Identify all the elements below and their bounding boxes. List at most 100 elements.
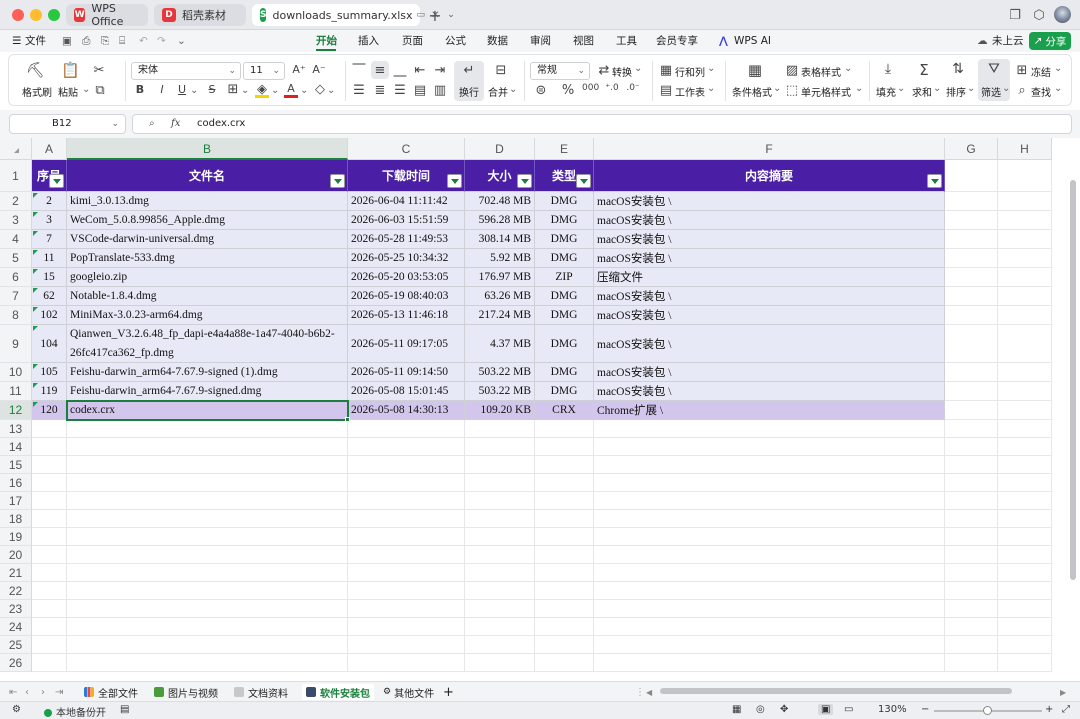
- empty-cell[interactable]: [945, 211, 998, 230]
- cell-summary[interactable]: Chrome扩展 \: [594, 401, 945, 420]
- empty-cell[interactable]: [945, 492, 998, 510]
- menu-wps-ai[interactable]: WPS AI: [734, 33, 771, 50]
- filter-dropdown-icon[interactable]: [447, 174, 462, 188]
- quick-access-chevron-icon[interactable]: ⌄: [177, 33, 186, 50]
- empty-cell[interactable]: [348, 510, 465, 528]
- fill-color-icon[interactable]: ◈: [255, 82, 269, 98]
- cell-type[interactable]: DMG: [535, 211, 594, 230]
- menu-member[interactable]: 会员专享: [656, 33, 698, 50]
- zoom-out-icon[interactable]: −: [921, 704, 929, 715]
- header-seq[interactable]: 序号: [32, 160, 67, 192]
- empty-cell[interactable]: [535, 510, 594, 528]
- filter-dropdown-icon[interactable]: [49, 174, 64, 188]
- row-header-7[interactable]: 7: [0, 287, 32, 306]
- cell-type[interactable]: DMG: [535, 325, 594, 363]
- empty-cell[interactable]: [67, 528, 348, 546]
- formula-input[interactable]: ⌕ fx codex.crx: [132, 114, 1072, 134]
- cell-download-time[interactable]: 2026-05-11 09:17:05: [348, 325, 465, 363]
- clear-format-icon[interactable]: ◇: [313, 82, 327, 97]
- menu-insert[interactable]: 插入: [358, 33, 379, 50]
- tab-split-handle-icon[interactable]: ⋮: [635, 684, 645, 700]
- column-header-b[interactable]: B: [67, 138, 348, 160]
- empty-cell[interactable]: [348, 492, 465, 510]
- table-style-button[interactable]: 表格样式: [801, 64, 841, 79]
- cell-filename[interactable]: WeCom_5.0.8.99856_Apple.dmg: [67, 211, 348, 230]
- fill-icon[interactable]: ⤓: [879, 61, 897, 77]
- decrease-font-icon[interactable]: A⁻: [312, 63, 326, 76]
- cube-icon[interactable]: ⬡: [1030, 6, 1048, 24]
- thousands-icon[interactable]: 000: [582, 83, 599, 93]
- vertical-scrollbar[interactable]: [1068, 160, 1078, 681]
- empty-cell[interactable]: [67, 420, 348, 438]
- empty-cell[interactable]: [998, 268, 1052, 287]
- empty-cell[interactable]: [594, 564, 945, 582]
- cell-download-time[interactable]: 2026-05-08 14:30:13: [348, 401, 465, 420]
- first-sheet-icon[interactable]: ⇤: [9, 684, 17, 700]
- empty-cell[interactable]: [32, 492, 67, 510]
- empty-cell[interactable]: [67, 582, 348, 600]
- empty-cell[interactable]: [998, 546, 1052, 564]
- empty-cell[interactable]: [998, 420, 1052, 438]
- row-header-10[interactable]: 10: [0, 363, 32, 382]
- empty-cell[interactable]: [998, 528, 1052, 546]
- cell-filename[interactable]: Feishu-darwin_arm64-7.67.9-signed (1).dm…: [67, 363, 348, 382]
- share-button[interactable]: ↗ 分享: [1029, 32, 1071, 50]
- empty-cell[interactable]: [945, 564, 998, 582]
- cell-type[interactable]: ZIP: [535, 268, 594, 287]
- close-window-button[interactable]: [12, 9, 24, 21]
- cut-icon[interactable]: ✂: [91, 63, 107, 78]
- worksheet-button[interactable]: 工作表: [675, 84, 705, 99]
- row-header-25[interactable]: 25: [0, 636, 32, 654]
- empty-cell[interactable]: [998, 287, 1052, 306]
- cell-summary[interactable]: macOS安装包 \: [594, 325, 945, 363]
- decrease-indent-icon[interactable]: ⇤: [413, 63, 427, 78]
- align-top-icon[interactable]: ⎺: [352, 63, 366, 78]
- cell-filename[interactable]: PopTranslate-533.dmg: [67, 249, 348, 268]
- empty-cell[interactable]: [535, 420, 594, 438]
- distributed-icon[interactable]: ▥: [433, 83, 447, 98]
- empty-cell[interactable]: [32, 564, 67, 582]
- empty-cell[interactable]: [594, 492, 945, 510]
- empty-cell[interactable]: [67, 438, 348, 456]
- cell-filename[interactable]: Qianwen_V3.2.6.48_fp_dapi-e4a4a88e-1a47-…: [67, 325, 348, 363]
- cell-download-time[interactable]: 2026-05-28 11:49:53: [348, 230, 465, 249]
- save-icon[interactable]: ▣: [62, 33, 72, 50]
- empty-cell[interactable]: [348, 546, 465, 564]
- freeze-button[interactable]: 冻结: [1031, 64, 1051, 79]
- tab-downloads-summary[interactable]: S downloads_summary.xlsx ▭ ✕: [252, 4, 439, 26]
- merge-cells-button[interactable]: 合并: [488, 84, 508, 99]
- empty-cell[interactable]: [998, 456, 1052, 474]
- empty-cell[interactable]: [594, 582, 945, 600]
- empty-cell[interactable]: [945, 420, 998, 438]
- clear-format-chevron-icon[interactable]: ⌄: [327, 85, 335, 96]
- settings-icon[interactable]: ⚙: [12, 704, 21, 715]
- vertical-scroll-thumb[interactable]: [1070, 180, 1076, 580]
- empty-cell[interactable]: [535, 600, 594, 618]
- menu-tools[interactable]: 工具: [616, 33, 637, 50]
- empty-cell[interactable]: [945, 287, 998, 306]
- empty-cell[interactable]: [535, 564, 594, 582]
- normal-view-button[interactable]: ▣: [818, 704, 834, 715]
- row-header-17[interactable]: 17: [0, 492, 32, 510]
- sheet-tab-images-videos[interactable]: 图片与视频: [154, 684, 218, 700]
- empty-cell[interactable]: [348, 582, 465, 600]
- next-sheet-icon[interactable]: ›: [41, 684, 45, 700]
- cell-download-time[interactable]: 2026-05-11 09:14:50: [348, 363, 465, 382]
- paste-icon[interactable]: 📋: [61, 61, 80, 79]
- cell-size[interactable]: 503.22 MB: [465, 382, 535, 401]
- cell-filename[interactable]: MiniMax-3.0.23-arm64.dmg: [67, 306, 348, 325]
- zoom-window-button[interactable]: [48, 9, 60, 21]
- avatar[interactable]: [1054, 6, 1071, 23]
- empty-cell[interactable]: [535, 636, 594, 654]
- sort-button[interactable]: 排序: [946, 84, 966, 99]
- redo-icon[interactable]: ↷: [157, 33, 166, 50]
- locate-icon[interactable]: ✥: [780, 704, 788, 715]
- underline-button[interactable]: U: [175, 83, 189, 96]
- empty-cell[interactable]: [945, 160, 998, 192]
- cell-type[interactable]: DMG: [535, 249, 594, 268]
- window-layout-icon[interactable]: ❐: [1006, 6, 1024, 24]
- undo-icon[interactable]: ↶: [139, 33, 148, 50]
- currency-icon[interactable]: ⊜: [534, 83, 548, 98]
- add-sheet-button[interactable]: +: [443, 684, 454, 700]
- empty-cell[interactable]: [67, 456, 348, 474]
